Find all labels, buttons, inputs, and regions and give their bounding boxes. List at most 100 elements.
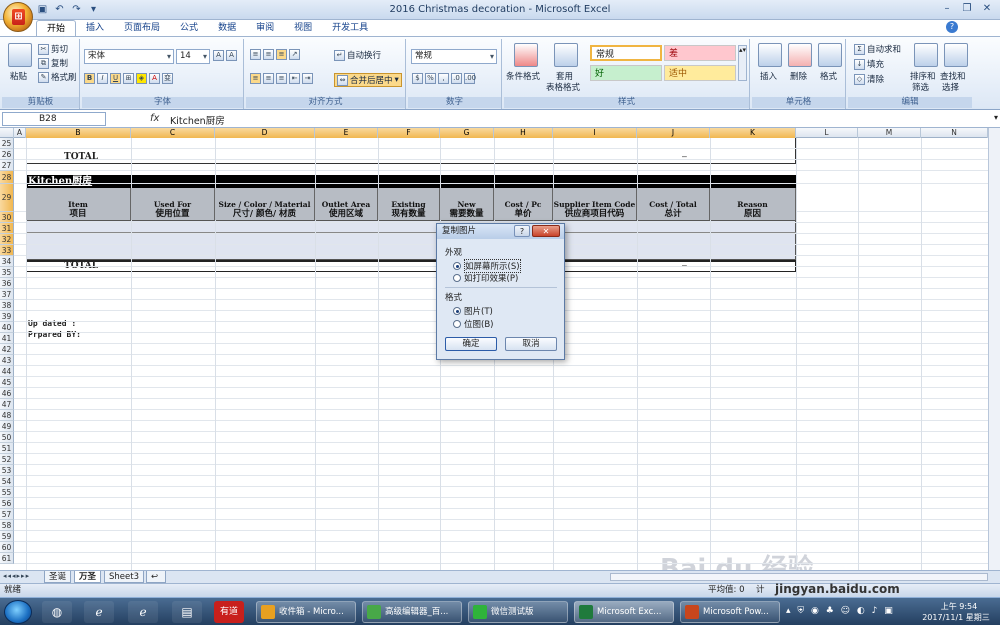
row-header[interactable]: 59 xyxy=(0,531,14,542)
row-header[interactable]: 40 xyxy=(0,322,14,333)
row-header[interactable]: 29 xyxy=(0,184,14,212)
restore-icon[interactable]: ❐ xyxy=(958,2,976,16)
row-header[interactable]: 43 xyxy=(0,355,14,366)
row-header[interactable]: 26 xyxy=(0,149,14,160)
taskbar-powerpoint[interactable]: Microsoft Pow... xyxy=(680,601,780,623)
row-header[interactable]: 58 xyxy=(0,520,14,531)
insert-cells-icon[interactable] xyxy=(758,43,782,67)
format-cells-icon[interactable] xyxy=(818,43,842,67)
row-header[interactable]: 51 xyxy=(0,443,14,454)
copy-button[interactable]: ⧉ 复制 xyxy=(38,57,68,69)
wrap-text-button[interactable]: ↵ 自动换行 xyxy=(334,49,381,61)
sort-filter-icon[interactable] xyxy=(914,43,938,67)
col-header-d[interactable]: D xyxy=(215,128,315,138)
style-good[interactable]: 好 xyxy=(590,65,662,81)
autosum-button[interactable]: Σ 自动求和 xyxy=(854,43,901,55)
row-header[interactable]: 50 xyxy=(0,432,14,443)
style-normal[interactable]: 常规 xyxy=(590,45,662,61)
row-header[interactable]: 34 xyxy=(0,256,14,267)
row-header[interactable]: 39 xyxy=(0,311,14,322)
dialog-help-icon[interactable]: ? xyxy=(514,225,530,237)
radio-bitmap[interactable]: 位图(B) xyxy=(453,318,493,330)
col-header-b[interactable]: B xyxy=(26,128,131,138)
name-box[interactable]: B28 xyxy=(2,112,106,126)
style-bad[interactable]: 差 xyxy=(664,45,736,61)
col-header-l[interactable]: L xyxy=(796,128,858,138)
expand-formula-icon[interactable]: ▾ xyxy=(994,113,998,122)
indent-icon[interactable]: ⇥ xyxy=(302,73,313,84)
dialog-close-icon[interactable]: ✕ xyxy=(532,225,560,237)
taskbar-editor[interactable]: 高级编辑器_百... xyxy=(362,601,462,623)
row-header[interactable]: 53 xyxy=(0,465,14,476)
tab-developer[interactable]: 开发工具 xyxy=(322,20,378,36)
row-header[interactable]: 57 xyxy=(0,509,14,520)
table-header-cell[interactable]: Size / Color / Material 尺寸/ 颜色/ 材质 xyxy=(215,188,315,220)
tab-data[interactable]: 数据 xyxy=(208,20,246,36)
ie-icon[interactable]: ℯ xyxy=(128,601,158,623)
minimize-icon[interactable]: – xyxy=(938,2,956,16)
row-header[interactable]: 28 xyxy=(0,171,14,184)
row-header[interactable]: 36 xyxy=(0,278,14,289)
table-header-cell[interactable]: Item 项目 xyxy=(26,188,131,220)
col-header-j[interactable]: J xyxy=(637,128,710,138)
tab-home[interactable]: 开始 xyxy=(36,20,77,36)
paste-button[interactable]: 粘贴 xyxy=(10,70,27,82)
row-header[interactable]: 54 xyxy=(0,476,14,487)
orientation-icon[interactable]: ↗ xyxy=(289,49,300,60)
clock-date[interactable]: 2017/11/1 星期三 xyxy=(916,612,996,623)
number-format-combo[interactable]: 常规 xyxy=(411,49,497,64)
col-header-e[interactable]: E xyxy=(315,128,378,138)
clock-time[interactable]: 上午 9:54 xyxy=(924,601,994,612)
sheet-tab-sheet3[interactable]: Sheet3 xyxy=(104,571,144,583)
new-sheet-icon[interactable]: ↩ xyxy=(146,571,166,583)
row-header[interactable]: 46 xyxy=(0,388,14,399)
radio-as-shown-on-screen[interactable]: 如屏幕所示(S) xyxy=(453,259,521,273)
align-top-icon[interactable]: ≡ xyxy=(250,49,261,60)
row-header[interactable]: 61 xyxy=(0,553,14,564)
tab-view[interactable]: 视图 xyxy=(284,20,322,36)
paste-icon[interactable] xyxy=(8,43,32,67)
help-icon[interactable]: ? xyxy=(946,21,958,33)
font-size-combo[interactable]: 14 xyxy=(176,49,210,64)
comma-icon[interactable]: , xyxy=(438,73,449,84)
col-header-m[interactable]: M xyxy=(858,128,921,138)
table-header-cell[interactable]: Cost / Total 总计 xyxy=(637,188,710,220)
col-header-n[interactable]: N xyxy=(921,128,988,138)
format-painter-button[interactable]: ✎ 格式刷 xyxy=(38,71,77,83)
phonetic-icon[interactable]: 变 xyxy=(162,73,173,84)
format-cells-button[interactable]: 格式 xyxy=(820,70,837,82)
table-header-cell[interactable]: New 需要数量 xyxy=(440,188,494,220)
undo-icon[interactable]: ↶ xyxy=(53,3,66,16)
bold-icon[interactable]: B xyxy=(84,73,95,84)
ok-button[interactable]: 确定 xyxy=(445,337,497,351)
row-header[interactable]: 25 xyxy=(0,138,14,149)
office-button[interactable]: ⊞ xyxy=(3,2,33,32)
table-header-cell[interactable]: Used For 使用位置 xyxy=(131,188,215,220)
row-header[interactable]: 27 xyxy=(0,160,14,171)
youdao-icon[interactable]: 有道 xyxy=(214,601,244,623)
sheet-nav-arrows-icon[interactable]: ◂◂◂▸▸▸ xyxy=(3,572,30,580)
clear-button[interactable]: ◇ 清除 xyxy=(854,73,884,85)
row-header[interactable]: 47 xyxy=(0,399,14,410)
select-all-corner[interactable] xyxy=(0,128,14,138)
percent-icon[interactable]: % xyxy=(425,73,436,84)
start-button[interactable] xyxy=(4,600,32,624)
row-header[interactable]: 37 xyxy=(0,289,14,300)
row-header[interactable]: 31 xyxy=(0,223,14,234)
table-header-cell[interactable]: Outlet Area 使用区域 xyxy=(315,188,378,220)
explorer-folder-icon[interactable]: ▤ xyxy=(172,601,202,623)
delete-cells-icon[interactable] xyxy=(788,43,812,67)
col-header-h[interactable]: H xyxy=(494,128,553,138)
redo-icon[interactable]: ↷ xyxy=(70,3,83,16)
ie-blue-icon[interactable]: ℯ xyxy=(84,601,114,623)
table-header-cell[interactable]: Cost / Pc 单价 xyxy=(494,188,553,220)
insert-function-icon[interactable]: fx xyxy=(150,113,159,124)
kitchen-section-title[interactable]: Kitchen厨房 xyxy=(26,175,796,188)
col-header-f[interactable]: F xyxy=(378,128,440,138)
tab-insert[interactable]: 插入 xyxy=(76,20,114,36)
grow-font-icon[interactable]: AA xyxy=(213,50,237,61)
col-header-g[interactable]: G xyxy=(440,128,494,138)
outdent-icon[interactable]: ⇤ xyxy=(289,73,300,84)
taskbar-wechat[interactable]: 微信测试版 xyxy=(468,601,568,623)
row-header[interactable]: 45 xyxy=(0,377,14,388)
